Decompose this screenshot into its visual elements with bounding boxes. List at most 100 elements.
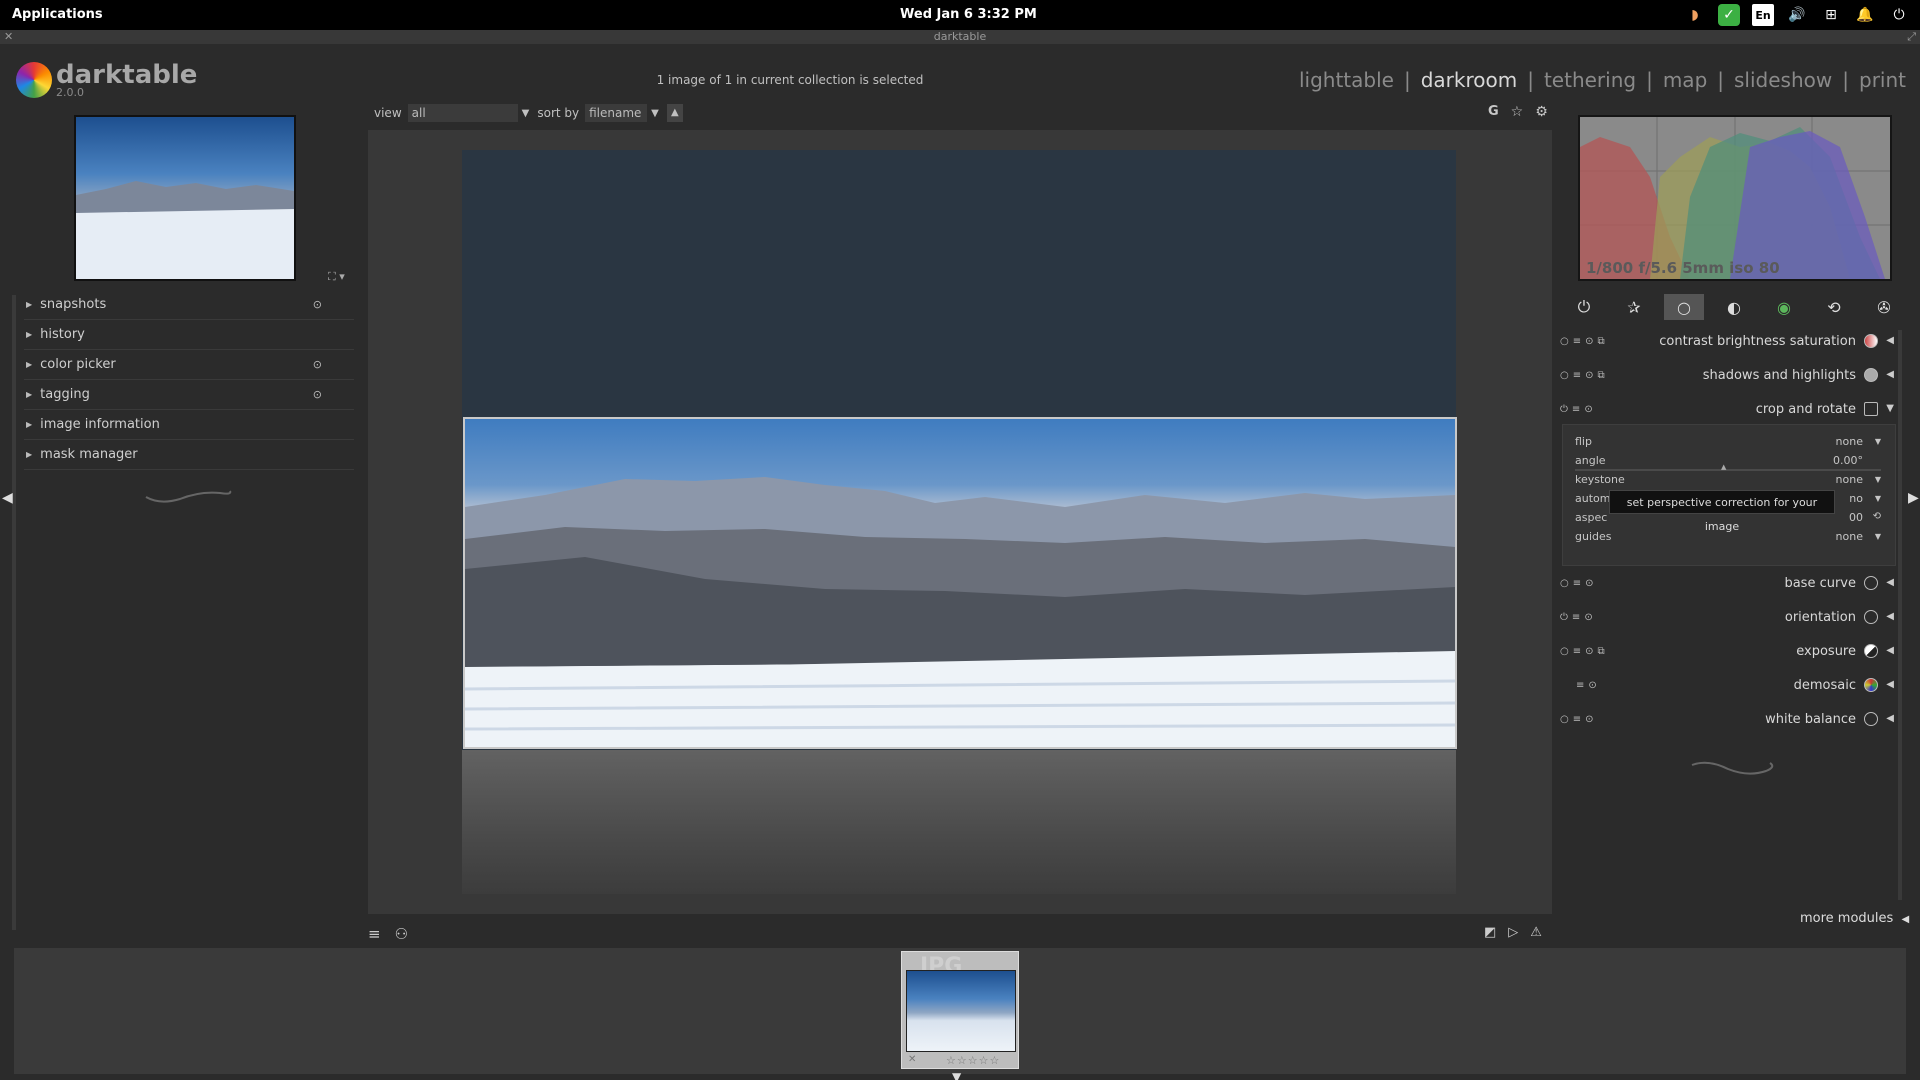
presets-icon[interactable]: ≡ [1573, 578, 1581, 589]
gear-icon[interactable]: ⚙ [1535, 104, 1548, 120]
notifications-icon[interactable]: 🔔 [1854, 4, 1876, 26]
automatic-value[interactable]: no [1849, 492, 1863, 505]
histogram[interactable]: 1/800 f/5.6 5mm iso 80 [1578, 115, 1892, 281]
angle-value[interactable]: 0.00° [1833, 454, 1863, 467]
presets-icon[interactable]: ≡ [1576, 680, 1584, 691]
crop-frame[interactable] [463, 417, 1457, 749]
grouping-button[interactable]: G [1488, 104, 1499, 120]
reset-icon[interactable]: ⊙ [1585, 714, 1593, 725]
night-light-icon[interactable]: ◗ [1684, 4, 1706, 26]
flip-value[interactable]: none [1836, 435, 1863, 448]
sort-by-select[interactable]: filename [585, 104, 648, 122]
color-group-icon[interactable]: ◉ [1764, 294, 1804, 320]
navigation-preview[interactable] [74, 115, 296, 281]
module-mask-manager[interactable]: ▶ mask manager [24, 440, 354, 470]
swap-aspect-icon[interactable]: ⟲ [1873, 511, 1881, 522]
presets-icon[interactable]: ≡ [1572, 612, 1580, 623]
module-base-curve[interactable]: ○ ≡ ⊙ base curve ◀ [1560, 567, 1900, 601]
presets-icon[interactable]: ≡ [1573, 370, 1581, 381]
power-icon[interactable]: ○ [1560, 714, 1569, 725]
chevron-down-icon[interactable]: ▼ [1875, 475, 1881, 484]
collapse-right-panel-icon[interactable]: ▶ [1908, 490, 1919, 506]
collapse-filmstrip-icon[interactable]: ▼ [952, 1070, 961, 1080]
module-crop-and-rotate[interactable]: ⏻ ≡ ⊙ crop and rotate ▼ [1560, 393, 1900, 427]
expand-arrow-icon[interactable]: ◀ [1886, 679, 1894, 690]
left-panel-scrollbar[interactable] [12, 295, 16, 930]
zoom-fit-icon[interactable]: ⛶ ▾ [328, 270, 345, 284]
module-snapshots[interactable]: ▶ snapshots ⊙ [24, 290, 354, 320]
collapse-left-panel-icon[interactable]: ◀ [2, 490, 13, 506]
module-orientation[interactable]: ⏻ ≡ ⊙ orientation ◀ [1560, 601, 1900, 635]
chevron-down-icon[interactable]: ▼ [1875, 437, 1881, 446]
expand-arrow-icon[interactable]: ◀ [1886, 577, 1894, 588]
expand-arrow-icon[interactable]: ◀ [1886, 713, 1894, 724]
chevron-down-icon[interactable]: ▼ [1875, 494, 1881, 503]
close-icon[interactable]: ✕ [4, 30, 13, 44]
favorites-group-icon[interactable]: ✰ [1614, 294, 1654, 320]
overexposed-indicator-icon[interactable]: ◩ [1484, 925, 1496, 940]
keystone-value[interactable]: none [1836, 473, 1863, 486]
power-icon[interactable]: ⏻ [1560, 612, 1568, 623]
presets-icon[interactable]: ≡ [1572, 404, 1580, 415]
expand-arrow-icon[interactable]: ◀ [1886, 369, 1894, 380]
reset-icon[interactable]: ⊙ [1584, 404, 1592, 415]
presets-icon[interactable]: ≡ [1573, 646, 1581, 657]
sort-direction-button[interactable]: ▲ [666, 104, 683, 122]
star-icon[interactable]: ☆ [1511, 104, 1524, 120]
right-panel-scrollbar[interactable] [1898, 330, 1902, 900]
power-icon[interactable]: ⏻ [1560, 404, 1568, 415]
network-icon[interactable]: ⊞ [1820, 4, 1842, 26]
expand-arrow-icon[interactable]: ◀ [1886, 335, 1894, 346]
applications-menu[interactable]: Applications [12, 7, 103, 22]
view-tethering[interactable]: tethering [1544, 68, 1636, 92]
power-icon[interactable]: ○ [1560, 646, 1569, 657]
power-icon[interactable]: ○ [1560, 578, 1569, 589]
view-filter-select[interactable]: all [407, 104, 518, 122]
styles-icon[interactable]: ⚇ [395, 925, 408, 943]
view-map[interactable]: map [1663, 68, 1707, 92]
module-history[interactable]: ▶ history [24, 320, 354, 350]
chevron-down-icon[interactable]: ▼ [651, 108, 659, 119]
module-shadows-and-highlights[interactable]: ○ ≡ ⊙ ⧉ shadows and highlights ◀ [1560, 359, 1900, 393]
check-shield-icon[interactable]: ✓ [1718, 4, 1740, 26]
reset-icon[interactable]: ⊙ [1584, 612, 1592, 623]
keyboard-layout-icon[interactable]: En [1752, 4, 1774, 26]
view-slideshow[interactable]: slideshow [1734, 68, 1832, 92]
aspect-value[interactable]: 00 [1849, 511, 1863, 524]
reject-icon[interactable]: ✕ [908, 1054, 916, 1065]
multi-instance-icon[interactable]: ⧉ [1598, 336, 1605, 347]
tone-group-icon[interactable]: ◐ [1714, 294, 1754, 320]
reset-icon[interactable]: ⊙ [313, 358, 322, 371]
keystone-row[interactable]: keystone none ▼ [1575, 473, 1881, 489]
reset-icon[interactable]: ⊙ [1585, 646, 1593, 657]
guides-value[interactable]: none [1836, 530, 1863, 543]
module-white-balance[interactable]: ○ ≡ ⊙ white balance ◀ [1560, 703, 1900, 737]
power-icon[interactable]: ○ [1560, 370, 1569, 381]
flip-row[interactable]: flip none ▼ [1575, 435, 1881, 451]
angle-slider-row[interactable]: angle 0.00° ▲ [1575, 454, 1881, 474]
reset-icon[interactable]: ⊙ [313, 388, 322, 401]
reset-icon[interactable]: ⊙ [1588, 680, 1596, 691]
reset-icon[interactable]: ⊙ [1585, 336, 1593, 347]
volume-icon[interactable]: 🔊 [1786, 4, 1808, 26]
view-darkroom[interactable]: darkroom [1421, 68, 1518, 92]
clock[interactable]: Wed Jan 6 3:32 PM [900, 7, 1037, 22]
reset-icon[interactable]: ⊙ [313, 298, 322, 311]
slider-marker-icon[interactable]: ▲ [1721, 463, 1726, 471]
angle-slider[interactable] [1575, 469, 1881, 471]
basic-group-icon[interactable]: ○ [1664, 294, 1704, 320]
expand-arrow-icon[interactable]: ◀ [1886, 611, 1894, 622]
menu-icon[interactable]: ≡ [368, 925, 381, 943]
maximize-icon[interactable]: ⤢ [1907, 30, 1916, 44]
expand-arrow-icon[interactable]: ◀ [1886, 645, 1894, 656]
softproof-icon[interactable]: ▷ [1508, 925, 1518, 940]
multi-instance-icon[interactable]: ⧉ [1598, 370, 1605, 381]
multi-instance-icon[interactable]: ⧉ [1598, 646, 1605, 657]
active-modules-group-icon[interactable]: ⏻ [1564, 294, 1604, 320]
view-print[interactable]: print [1859, 68, 1906, 92]
star-rating[interactable]: ☆☆☆☆☆ [946, 1054, 1000, 1067]
view-lighttable[interactable]: lighttable [1299, 68, 1394, 92]
module-tagging[interactable]: ▶ tagging ⊙ [24, 380, 354, 410]
module-demosaic[interactable]: ≡ ⊙ demosaic ◀ [1560, 669, 1900, 703]
correct-group-icon[interactable]: ⟲ [1814, 294, 1854, 320]
